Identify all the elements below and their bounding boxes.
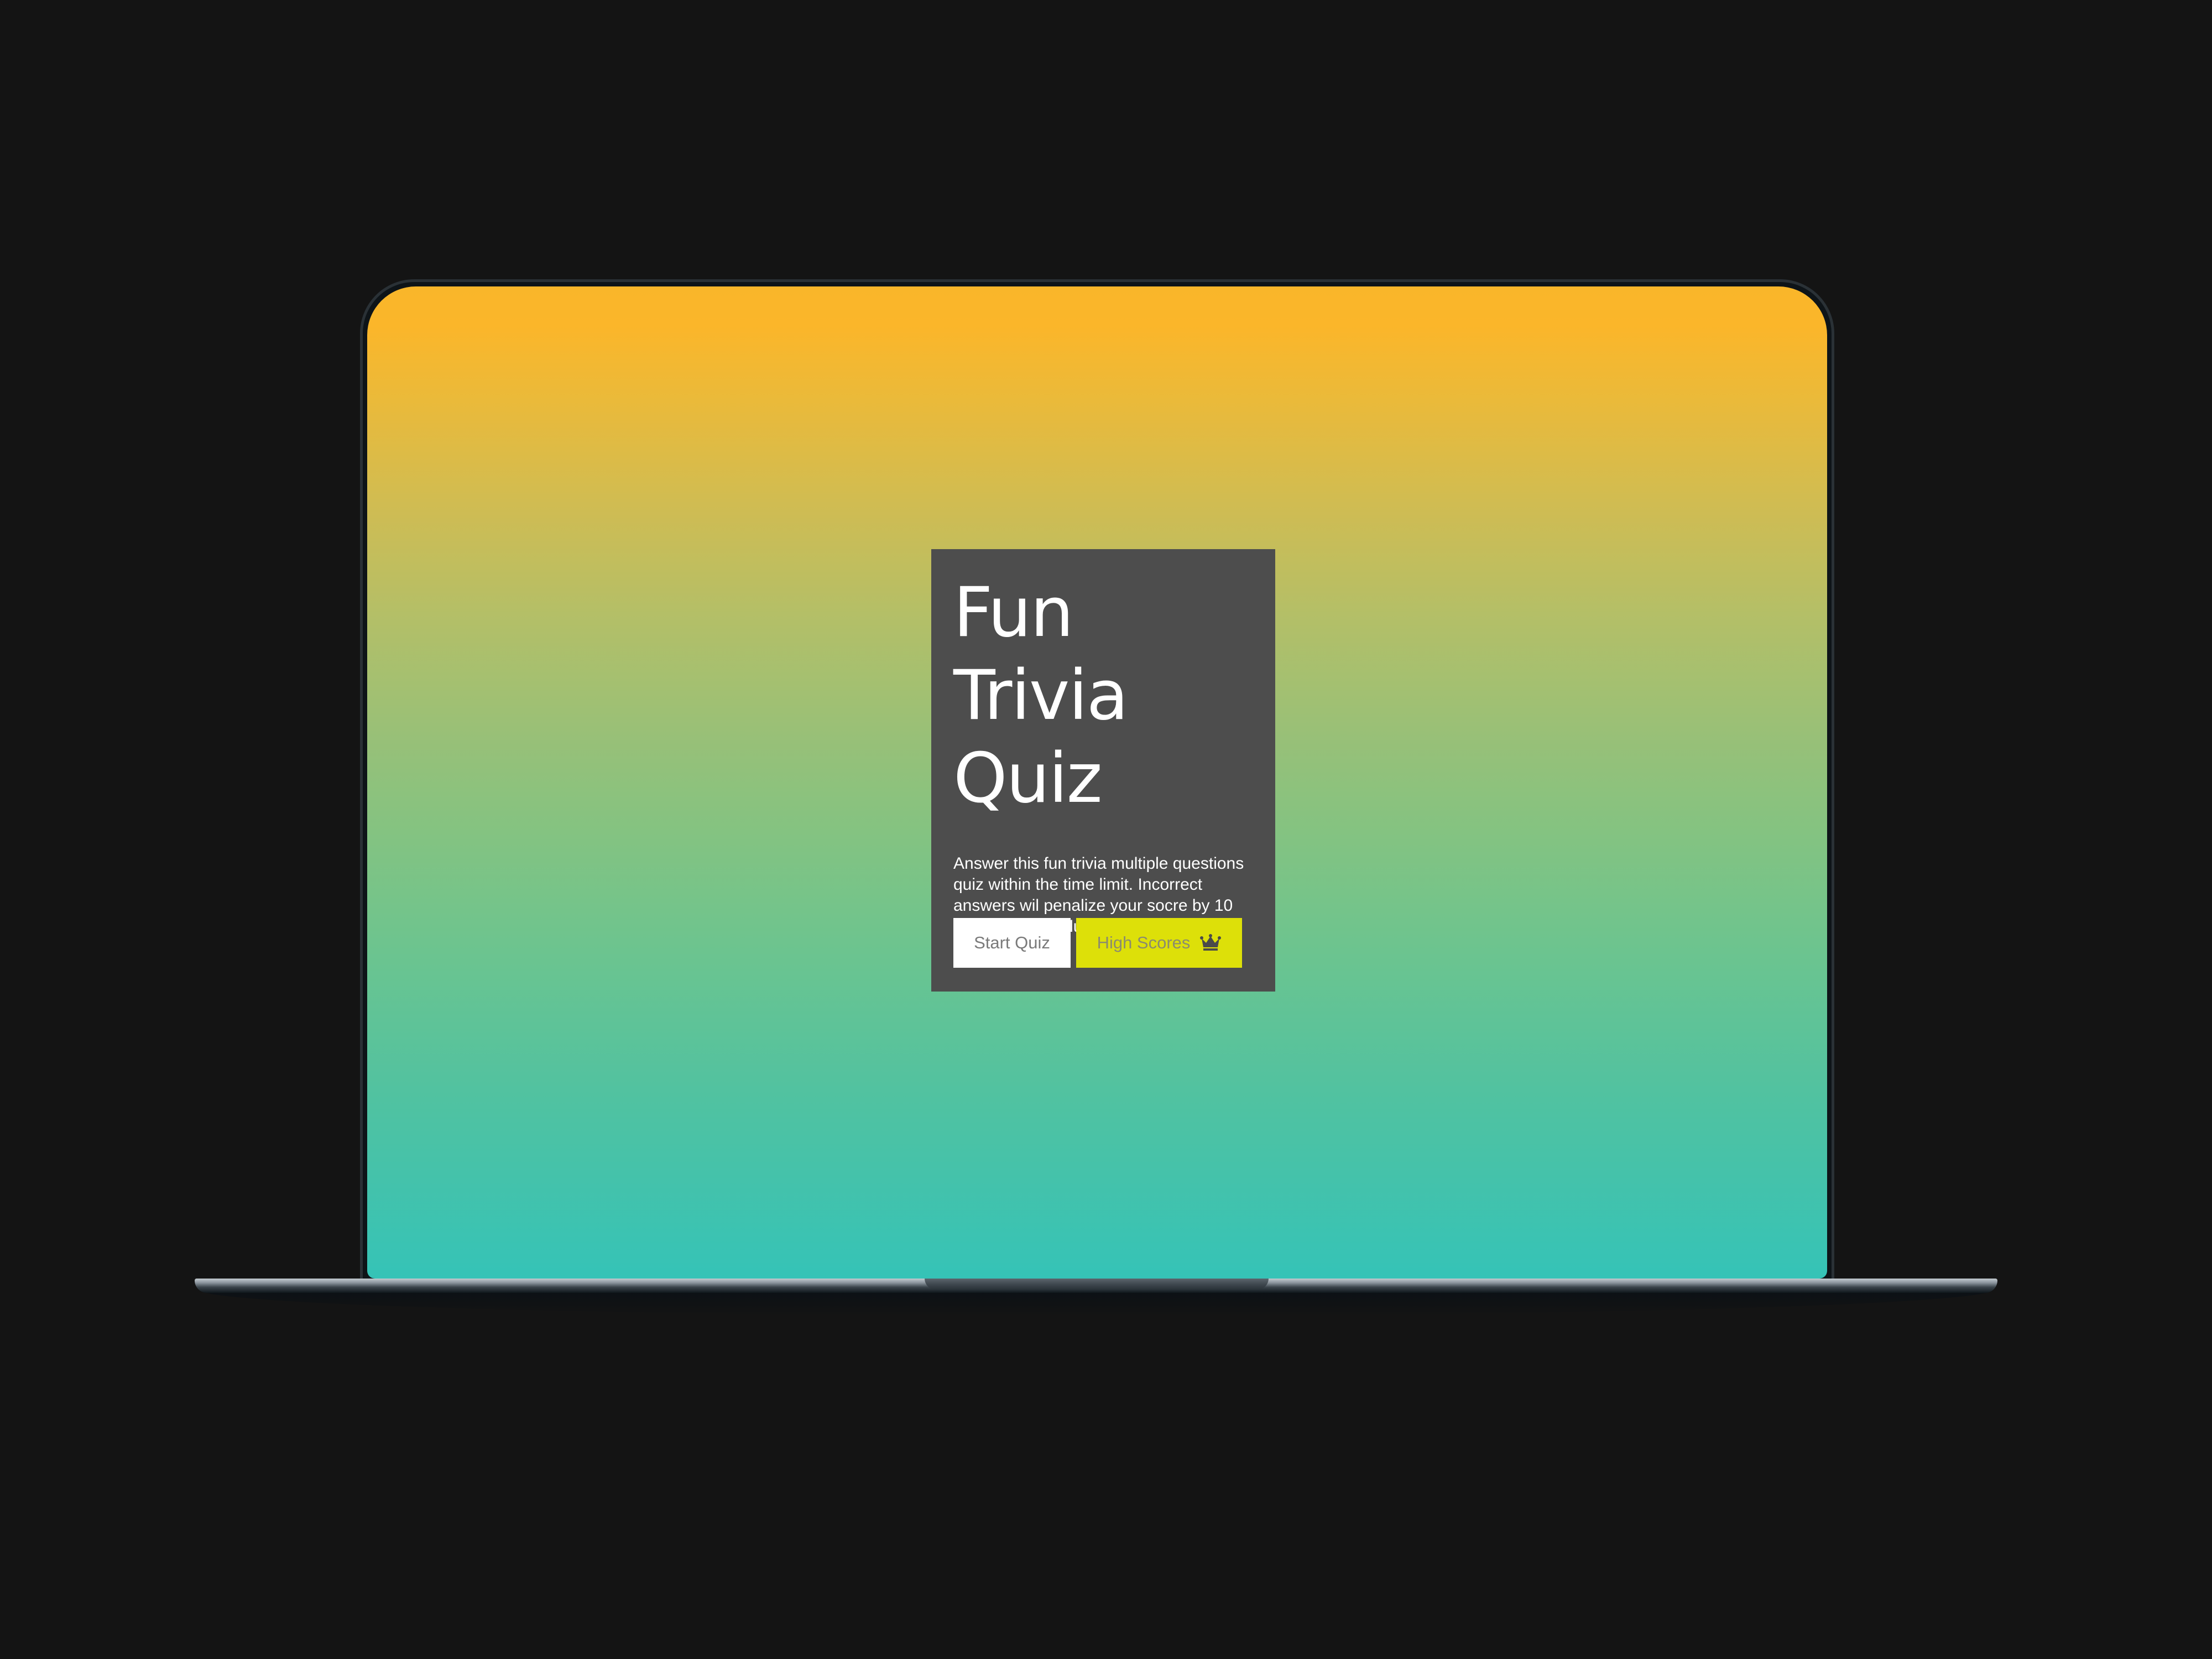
laptop-hinge-notch: [925, 1279, 1269, 1290]
quiz-title: Fun Trivia Quiz: [953, 573, 1129, 818]
button-row: Start Quiz High Scores: [953, 918, 1242, 968]
high-scores-label: High Scores: [1097, 933, 1191, 952]
page-background: Fun Trivia Quiz Answer this fun trivia m…: [0, 0, 2212, 1659]
laptop-base-shadow: [199, 1290, 1993, 1316]
quiz-card: Fun Trivia Quiz Answer this fun trivia m…: [931, 549, 1275, 992]
laptop-screen: Fun Trivia Quiz Answer this fun trivia m…: [367, 286, 1827, 1279]
start-quiz-label: Start Quiz: [974, 933, 1050, 952]
high-scores-button[interactable]: High Scores: [1076, 918, 1242, 968]
crown-icon: [1200, 934, 1222, 952]
start-quiz-button[interactable]: Start Quiz: [953, 918, 1071, 968]
